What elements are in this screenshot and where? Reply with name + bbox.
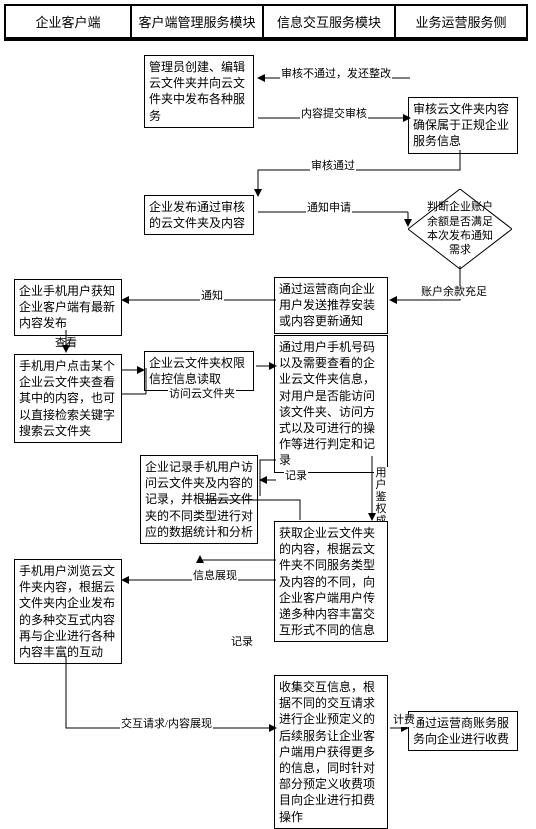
- edge-label-balance: 账户余款充足: [420, 286, 488, 299]
- box-b11: 获取企业云文件夹的内容，根据云文件夹不同服务类型及内容的不同，向企业客户端用户传…: [274, 521, 388, 642]
- edge-label-visit: 访问云文件夹: [168, 388, 236, 401]
- edge-label-check: 查看: [54, 337, 78, 350]
- edge-label-bill: 计费: [392, 714, 416, 727]
- box-b10: 企业记录手机用户访问云文件夹及内容的记录，并根据云文件夹的不同类型进行对应的数据…: [140, 455, 258, 544]
- decision-b4-text: 判断企业账户余额是否满足本次发布通知需求: [422, 203, 498, 255]
- lane-header-1: 企业客户端: [6, 6, 130, 39]
- lane-header-2: 客户端管理服务模块: [132, 6, 262, 39]
- edge-label-reject: 审核不通过，发还整改: [280, 68, 392, 81]
- edge-label-notify: 通知: [200, 290, 224, 303]
- box-b1: 管理员创建、编辑云文件夹并向云文件夹中发布各种服务: [144, 55, 254, 128]
- box-b9: 通过用户手机号码以及需要查看的企业云文件夹信息，对用户是否能访问该文件夹、访问方…: [274, 335, 388, 473]
- edge-label-record1: 记录: [284, 470, 308, 483]
- edge-label-pass: 审核通过: [310, 160, 356, 173]
- edge-label-submit: 内容提交审核: [300, 108, 368, 121]
- lane-header-4: 业务运营服务侧: [396, 6, 526, 39]
- edge-label-record2: 记录: [230, 636, 254, 649]
- box-b13: 收集交互信息，根据不同的交互请求进行企业预定义的后续服务让企业客户端用户获得更多…: [274, 675, 388, 829]
- box-b5: 通过运营商向企业用户发送推荐安装或内容更新通知: [274, 277, 388, 334]
- decision-b4: 判断企业账户余额是否满足本次发布通知需求: [408, 189, 512, 269]
- edge-label-interact: 交互请求/内容展现: [120, 718, 213, 731]
- box-b14: 通过运营商账务服务向企业进行收费: [408, 711, 518, 751]
- box-b7: 手机用户点击某个企业云文件夹查看其中的内容，也可以直接检索关键字搜索云文件夹: [14, 354, 122, 443]
- box-b8: 企业云文件夹权限信控信息读取: [144, 351, 254, 391]
- lane-header-3: 信息交互服务模块: [264, 6, 394, 39]
- box-b12: 手机用户浏览云文件夹内容，根据云文件夹内企业发布的多种交互式内容再与企业进行各种…: [14, 559, 122, 664]
- edge-label-apply: 通知申请: [306, 202, 352, 215]
- edge-label-display: 信息展现: [192, 570, 238, 583]
- box-b3: 企业发布通过审核的云文件夹及内容: [144, 195, 254, 235]
- box-b6: 企业手机用户获知企业客户端有最新内容发布: [14, 279, 122, 336]
- swimlane-diagram: 企业客户端 企业手机用户获知企业客户端有最新内容发布 查看 手机用户点击某个企业…: [4, 4, 528, 41]
- box-b2: 审核云文件夹内容确保属于正规企业服务信息: [408, 97, 518, 154]
